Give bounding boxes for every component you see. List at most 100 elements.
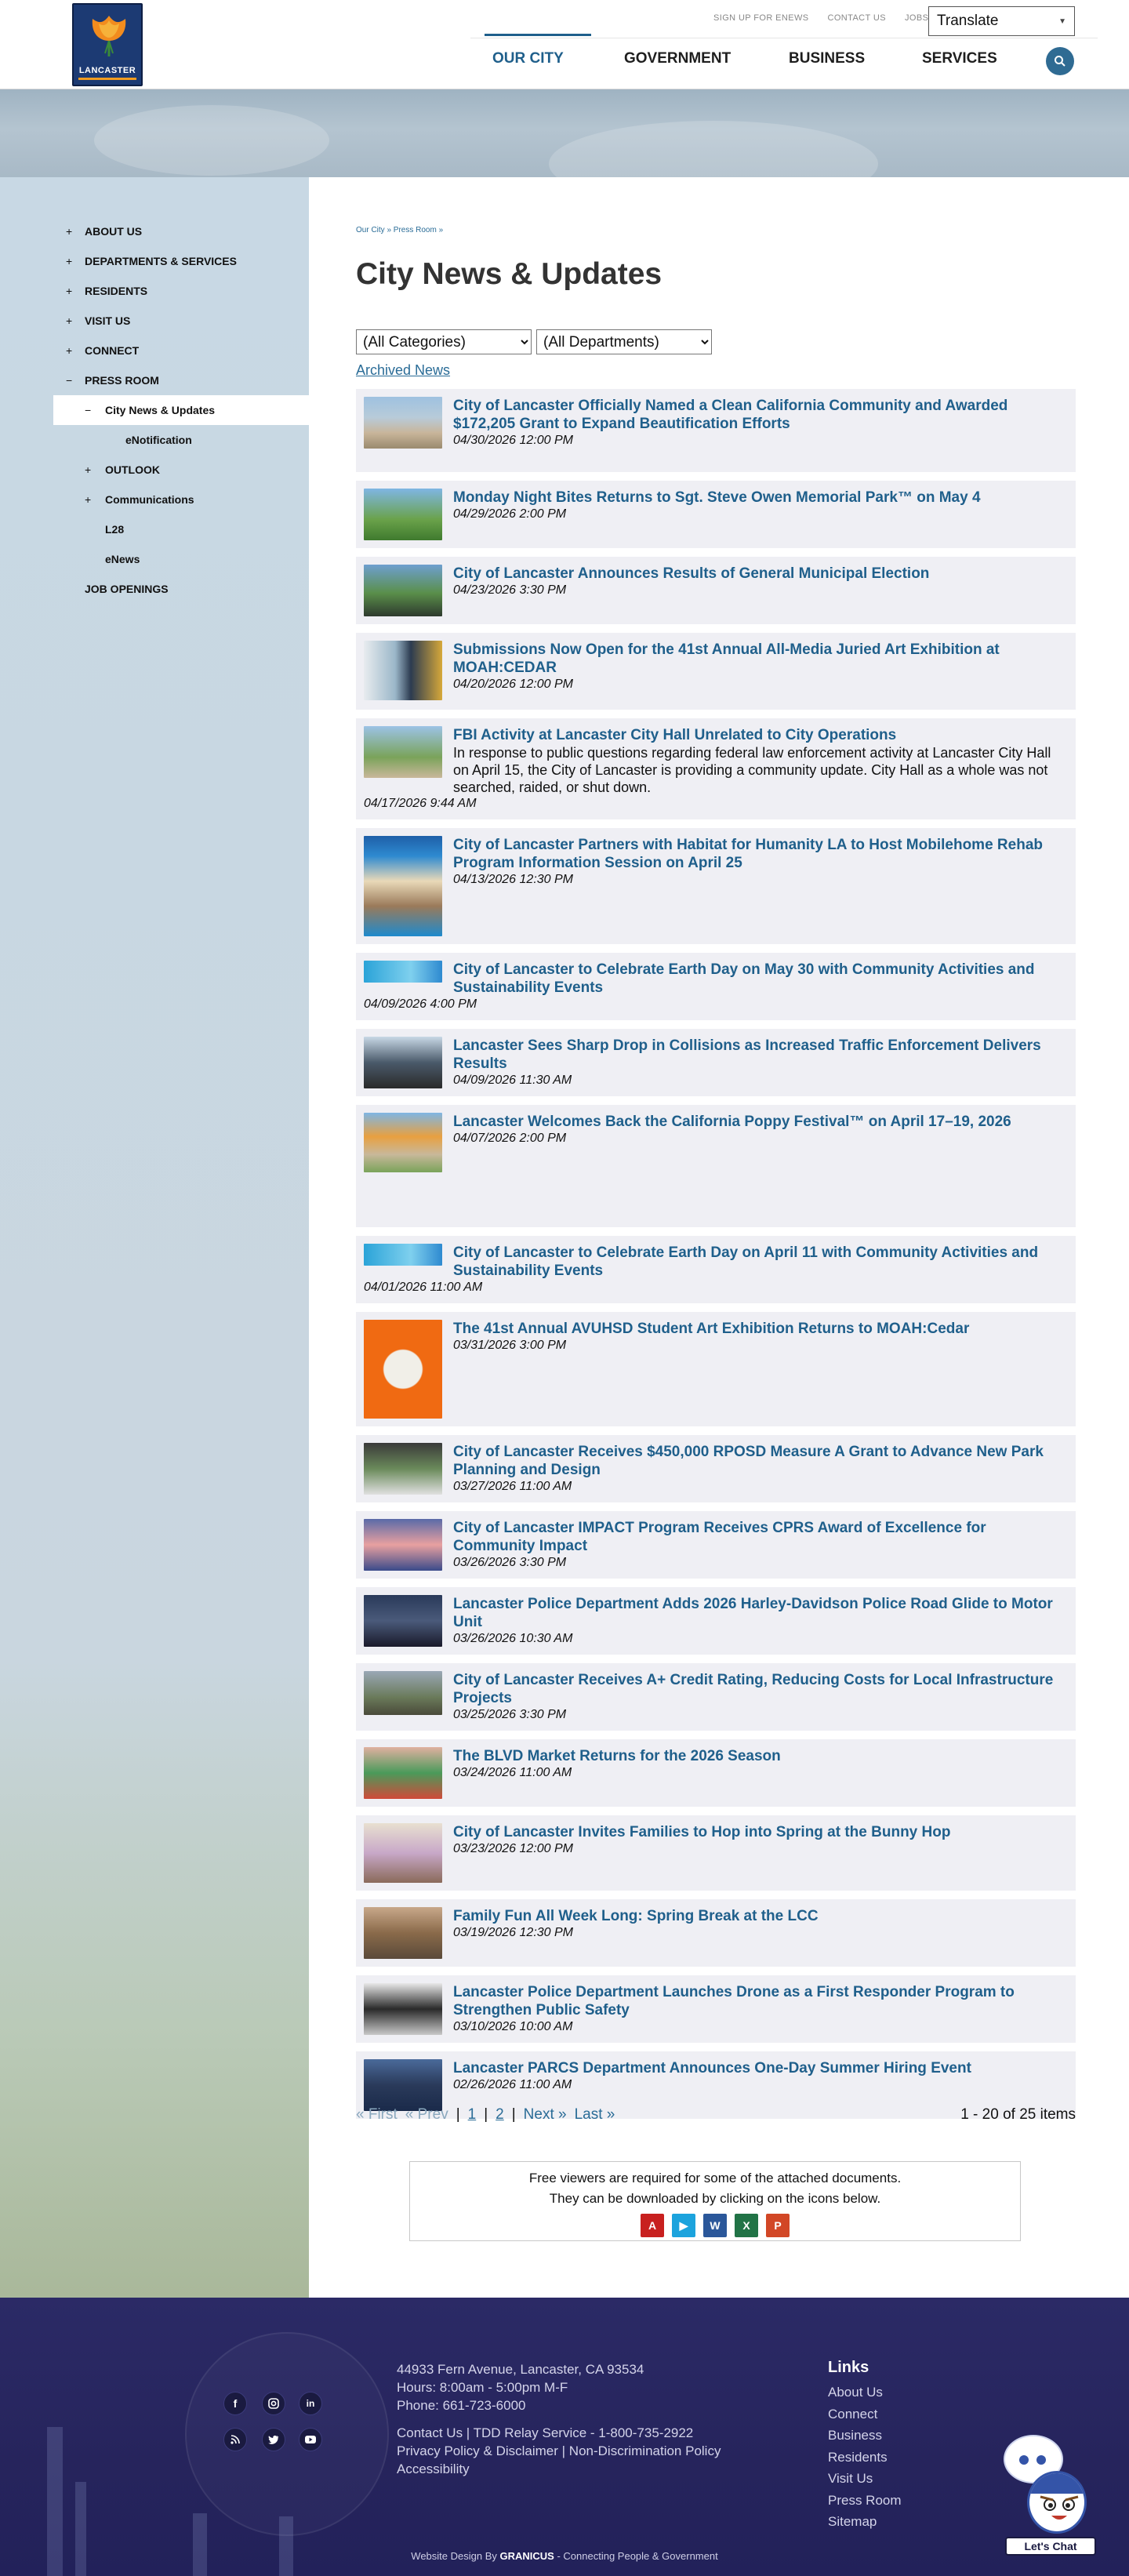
social-facebook[interactable]: f bbox=[223, 2392, 247, 2415]
news-thumbnail-image[interactable] bbox=[364, 1747, 442, 1799]
news-title-link[interactable]: FBI Activity at Lancaster City Hall Unre… bbox=[453, 726, 1068, 744]
news-title-link[interactable]: City of Lancaster Invites Families to Ho… bbox=[453, 1823, 1068, 1841]
sidebar-item-communications[interactable]: + Communications bbox=[53, 485, 309, 514]
jobs-link[interactable]: JOBS bbox=[905, 13, 928, 23]
news-thumbnail-image[interactable] bbox=[364, 1595, 442, 1647]
news-thumbnail-image[interactable] bbox=[364, 836, 442, 936]
category-filter-select[interactable]: (All Categories) bbox=[356, 329, 532, 354]
news-item[interactable]: Lancaster Police Department Launches Dro… bbox=[356, 1975, 1076, 2043]
breadcrumb[interactable]: Our City » Press Room » bbox=[356, 226, 443, 234]
footer-link-sitemap[interactable]: Sitemap bbox=[828, 2511, 902, 2533]
pager-last[interactable]: Last » bbox=[575, 2106, 615, 2124]
news-title-link[interactable]: Lancaster PARCS Department Announces One… bbox=[453, 2059, 1068, 2077]
news-title-link[interactable]: Lancaster Sees Sharp Drop in Collisions … bbox=[453, 1037, 1068, 1073]
news-item[interactable]: City of Lancaster Partners with Habitat … bbox=[356, 828, 1076, 944]
department-filter-select[interactable]: (All Departments) bbox=[536, 329, 712, 354]
news-thumbnail-image[interactable] bbox=[364, 397, 442, 449]
pager-next[interactable]: Next » bbox=[524, 2106, 567, 2124]
signup-enews-link[interactable]: SIGN UP FOR ENEWS bbox=[713, 13, 809, 23]
news-thumbnail-image[interactable] bbox=[364, 1113, 442, 1172]
sidebar-item-city-news[interactable]: − City News & Updates bbox=[53, 395, 309, 425]
news-title-link[interactable]: Lancaster Police Department Adds 2026 Ha… bbox=[453, 1595, 1068, 1631]
news-thumbnail-image[interactable] bbox=[364, 1320, 442, 1419]
social-instagram[interactable] bbox=[262, 2392, 285, 2415]
excel-viewer-icon[interactable]: X bbox=[735, 2214, 758, 2237]
news-thumbnail-image[interactable] bbox=[364, 1671, 442, 1715]
pdf-reader-icon[interactable]: A bbox=[641, 2214, 664, 2237]
news-title-link[interactable]: The BLVD Market Returns for the 2026 Sea… bbox=[453, 1747, 1068, 1765]
news-title-link[interactable]: Lancaster Welcomes Back the California P… bbox=[453, 1113, 1068, 1131]
news-title-link[interactable]: City of Lancaster Partners with Habitat … bbox=[453, 836, 1068, 872]
powerpoint-viewer-icon[interactable]: P bbox=[766, 2214, 790, 2237]
news-item[interactable]: FBI Activity at Lancaster City Hall Unre… bbox=[356, 718, 1076, 819]
news-title-link[interactable]: City of Lancaster Officially Named a Cle… bbox=[453, 397, 1068, 433]
news-title-link[interactable]: The 41st Annual AVUHSD Student Art Exhib… bbox=[453, 1320, 1068, 1338]
footer-accessibility-link[interactable]: Accessibility bbox=[397, 2460, 721, 2478]
lancaster-logo[interactable]: LANCASTER bbox=[72, 3, 143, 86]
pager-page-2[interactable]: 2 bbox=[496, 2106, 504, 2124]
news-title-link[interactable]: Lancaster Police Department Launches Dro… bbox=[453, 1983, 1068, 2019]
news-item[interactable]: City of Lancaster to Celebrate Earth Day… bbox=[356, 953, 1076, 1020]
news-thumbnail-image[interactable] bbox=[364, 1907, 442, 1959]
news-title-link[interactable]: City of Lancaster to Celebrate Earth Day… bbox=[453, 1244, 1068, 1280]
news-item[interactable]: Submissions Now Open for the 41st Annual… bbox=[356, 633, 1076, 710]
footer-link-residents[interactable]: Residents bbox=[828, 2447, 902, 2469]
word-viewer-icon[interactable]: W bbox=[703, 2214, 727, 2237]
news-item[interactable]: City of Lancaster IMPACT Program Receive… bbox=[356, 1511, 1076, 1579]
footer-link-connect[interactable]: Connect bbox=[828, 2403, 902, 2425]
footer-link-business[interactable]: Business bbox=[828, 2425, 902, 2447]
nav-government[interactable]: GOVERNMENT bbox=[624, 50, 789, 67]
news-item[interactable]: Lancaster Sees Sharp Drop in Collisions … bbox=[356, 1029, 1076, 1096]
news-thumbnail-image[interactable] bbox=[364, 726, 442, 778]
footer-policy-links[interactable]: Privacy Policy & Disclaimer | Non-Discri… bbox=[397, 2442, 721, 2460]
search-button[interactable] bbox=[1046, 47, 1074, 75]
news-thumbnail-image[interactable] bbox=[364, 2059, 442, 2111]
news-item[interactable]: Lancaster Police Department Adds 2026 Ha… bbox=[356, 1587, 1076, 1655]
sidebar-item-connect[interactable]: + CONNECT bbox=[53, 336, 309, 365]
nav-our-city[interactable]: OUR CITY bbox=[485, 34, 624, 67]
contact-us-link[interactable]: CONTACT US bbox=[828, 13, 887, 23]
news-title-link[interactable]: City of Lancaster Receives A+ Credit Rat… bbox=[453, 1671, 1068, 1707]
pager-prev[interactable]: « Prev bbox=[405, 2106, 448, 2124]
news-thumbnail-image[interactable] bbox=[364, 1823, 442, 1883]
sidebar-item-press-room[interactable]: − PRESS ROOM bbox=[53, 365, 309, 395]
news-item[interactable]: City of Lancaster Officially Named a Cle… bbox=[356, 389, 1076, 472]
social-twitter[interactable] bbox=[262, 2428, 285, 2451]
news-title-link[interactable]: Family Fun All Week Long: Spring Break a… bbox=[453, 1907, 1068, 1925]
nav-business[interactable]: BUSINESS bbox=[789, 50, 922, 67]
news-title-link[interactable]: Submissions Now Open for the 41st Annual… bbox=[453, 641, 1068, 677]
news-thumbnail-image[interactable] bbox=[364, 641, 442, 700]
footer-contact-tdd-link[interactable]: Contact Us | TDD Relay Service - 1-800-7… bbox=[397, 2424, 721, 2442]
sidebar-item-enews[interactable]: eNews bbox=[53, 544, 309, 574]
news-thumbnail-image[interactable] bbox=[364, 1244, 442, 1266]
news-thumbnail-image[interactable] bbox=[364, 961, 442, 983]
news-thumbnail-image[interactable] bbox=[364, 565, 442, 616]
news-item[interactable]: City of Lancaster to Celebrate Earth Day… bbox=[356, 1236, 1076, 1303]
pager-page-1[interactable]: 1 bbox=[468, 2106, 477, 2124]
nav-services[interactable]: SERVICES bbox=[922, 50, 1032, 67]
news-thumbnail-image[interactable] bbox=[364, 1037, 442, 1088]
social-youtube[interactable] bbox=[299, 2428, 322, 2451]
news-item[interactable]: City of Lancaster Receives A+ Credit Rat… bbox=[356, 1663, 1076, 1731]
sidebar-item-job-openings[interactable]: JOB OPENINGS bbox=[53, 574, 309, 604]
sidebar-item-about-us[interactable]: + ABOUT US bbox=[53, 216, 309, 246]
news-item[interactable]: Family Fun All Week Long: Spring Break a… bbox=[356, 1899, 1076, 1967]
archived-news-link[interactable]: Archived News bbox=[356, 362, 450, 379]
footer-link-visit-us[interactable]: Visit Us bbox=[828, 2468, 902, 2490]
footer-link-press-room[interactable]: Press Room bbox=[828, 2490, 902, 2512]
news-thumbnail-image[interactable] bbox=[364, 1443, 442, 1495]
footer-link-about-us[interactable]: About Us bbox=[828, 2382, 902, 2403]
news-thumbnail-image[interactable] bbox=[364, 1519, 442, 1571]
news-title-link[interactable]: City of Lancaster to Celebrate Earth Day… bbox=[453, 961, 1068, 997]
chat-widget[interactable]: Let's Chat bbox=[997, 2435, 1099, 2560]
pager-first[interactable]: « First bbox=[356, 2106, 398, 2124]
news-thumbnail-image[interactable] bbox=[364, 489, 442, 540]
translate-select[interactable]: Translate ▼ bbox=[928, 6, 1075, 36]
news-item[interactable]: Monday Night Bites Returns to Sgt. Steve… bbox=[356, 481, 1076, 548]
news-title-link[interactable]: City of Lancaster Receives $450,000 RPOS… bbox=[453, 1443, 1068, 1479]
news-item[interactable]: City of Lancaster Receives $450,000 RPOS… bbox=[356, 1435, 1076, 1502]
news-item[interactable]: City of Lancaster Announces Results of G… bbox=[356, 557, 1076, 624]
sidebar-item-departments[interactable]: + DEPARTMENTS & SERVICES bbox=[53, 246, 309, 276]
sidebar-item-l28[interactable]: L28 bbox=[53, 514, 309, 544]
news-item[interactable]: Lancaster Welcomes Back the California P… bbox=[356, 1105, 1076, 1227]
